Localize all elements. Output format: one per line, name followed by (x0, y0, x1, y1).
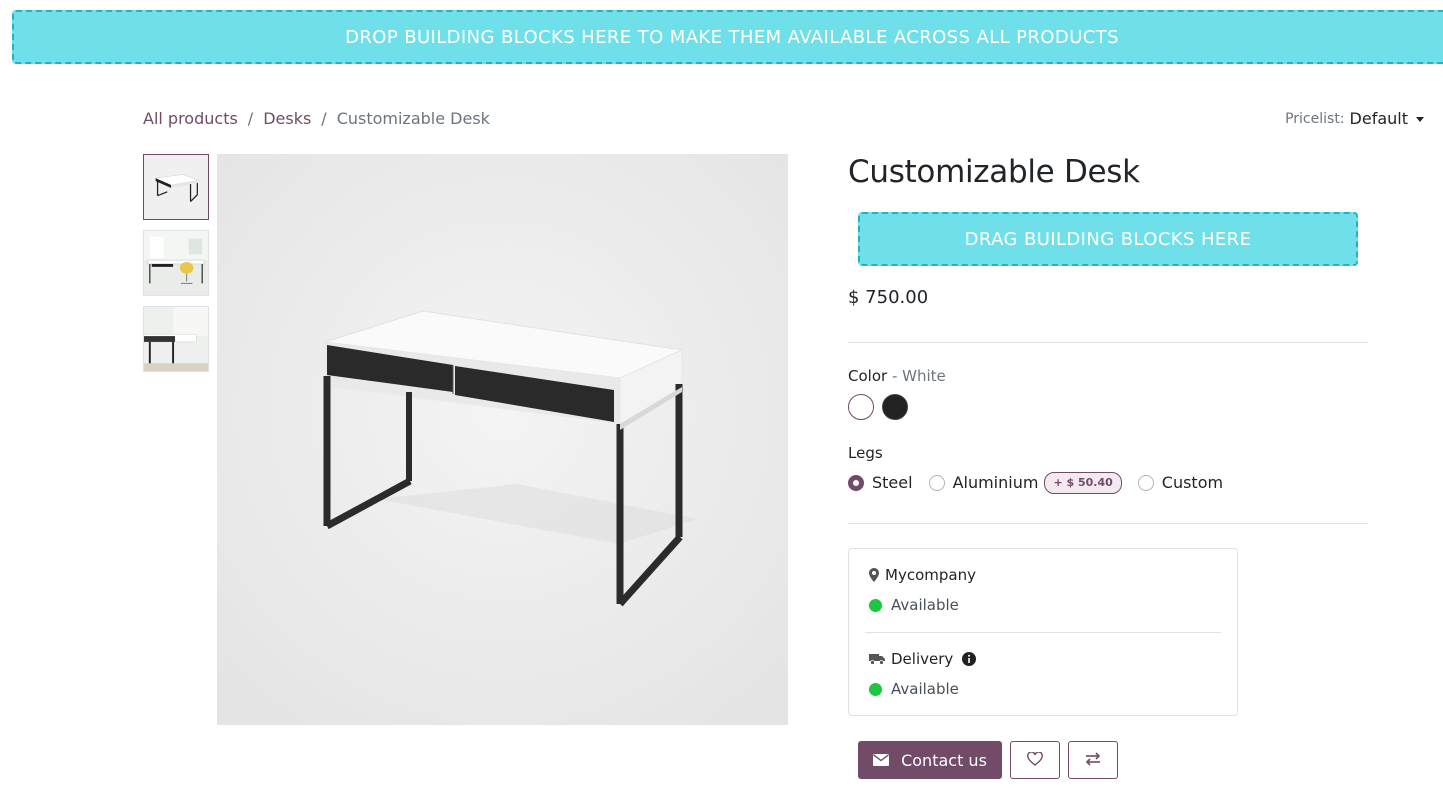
pricelist-dropdown[interactable]: Pricelist: Default (1285, 108, 1424, 130)
product-title: Customizable Desk (848, 154, 1140, 190)
pricelist-label: Pricelist: (1285, 111, 1345, 127)
divider (848, 523, 1368, 524)
product-building-blocks-dropzone[interactable]: DRAG BUILDING BLOCKS HERE (858, 212, 1358, 266)
legs-attribute-label: Legs (848, 444, 883, 462)
breadcrumb: All products / Desks / Customizable Desk (143, 108, 490, 130)
thumbnail-desk-office[interactable] (143, 230, 209, 296)
delivery-label: Delivery (891, 650, 954, 668)
delivery-row: Delivery (869, 649, 982, 669)
product-main-image[interactable] (217, 154, 788, 725)
divider (865, 632, 1221, 633)
price-extra-badge: + $ 50.40 (1044, 472, 1122, 494)
contact-us-button[interactable]: Contact us (858, 741, 1002, 779)
truck-icon (869, 653, 885, 665)
divider (848, 342, 1368, 343)
heart-icon (1027, 750, 1043, 770)
breadcrumb-current: Customizable Desk (336, 109, 490, 128)
color-swatch-black[interactable] (882, 394, 908, 420)
compare-button[interactable] (1068, 741, 1118, 779)
legs-option-aluminium[interactable]: Aluminium + $ 50.40 (928, 472, 1122, 494)
color-swatch-white[interactable] (848, 394, 874, 420)
available-dot-icon (869, 598, 882, 612)
color-label: Color (848, 367, 888, 385)
available-dot-icon (869, 682, 882, 696)
breadcrumb-desks[interactable]: Desks (263, 108, 311, 130)
legs-option-label: Aluminium (952, 473, 1039, 492)
warehouse-name: Mycompany (885, 566, 976, 584)
add-to-wishlist-button[interactable] (1010, 741, 1060, 779)
exchange-icon (1085, 751, 1101, 770)
thumbnail-desk-closeup[interactable] (143, 306, 209, 372)
contact-us-label: Contact us (901, 750, 987, 770)
color-selected-value: White (902, 367, 946, 385)
breadcrumb-all-products[interactable]: All products (143, 108, 238, 130)
thumbnail-desk-white[interactable] (143, 154, 209, 220)
legs-option-label: Custom (1161, 473, 1224, 492)
color-attribute-label: Color - White (848, 366, 946, 386)
color-separator: - (887, 367, 903, 385)
breadcrumb-separator: / (321, 109, 327, 128)
breadcrumb-separator: / (247, 109, 254, 128)
legs-option-label: Steel (872, 473, 913, 492)
warehouse-status: Available (869, 595, 959, 615)
thumbnail-list (143, 154, 209, 382)
legs-radio-steel[interactable] (848, 475, 864, 491)
caret-down-icon (1416, 116, 1424, 122)
delivery-status-text: Available (891, 680, 959, 698)
warehouse-row: Mycompany (869, 565, 976, 585)
legs-option-steel[interactable]: Steel (848, 472, 913, 494)
warehouse-status-text: Available (891, 596, 959, 614)
global-building-blocks-dropzone[interactable]: DROP BUILDING BLOCKS HERE TO MAKE THEM A… (12, 10, 1443, 64)
product-price: $ 750.00 (848, 287, 929, 308)
envelope-icon (873, 754, 890, 766)
legs-option-custom[interactable]: Custom (1137, 472, 1224, 494)
pricelist-value: Default (1349, 109, 1408, 128)
color-swatches (848, 394, 908, 420)
legs-options: Steel Aluminium + $ 50.40 Custom (848, 472, 1239, 494)
legs-radio-custom[interactable] (1137, 475, 1154, 491)
map-marker-icon (869, 568, 879, 582)
delivery-status: Available (869, 679, 959, 699)
availability-panel: Mycompany Available Delivery Available (848, 548, 1238, 716)
legs-radio-aluminium[interactable] (928, 475, 945, 491)
info-circle-icon[interactable] (962, 652, 977, 666)
